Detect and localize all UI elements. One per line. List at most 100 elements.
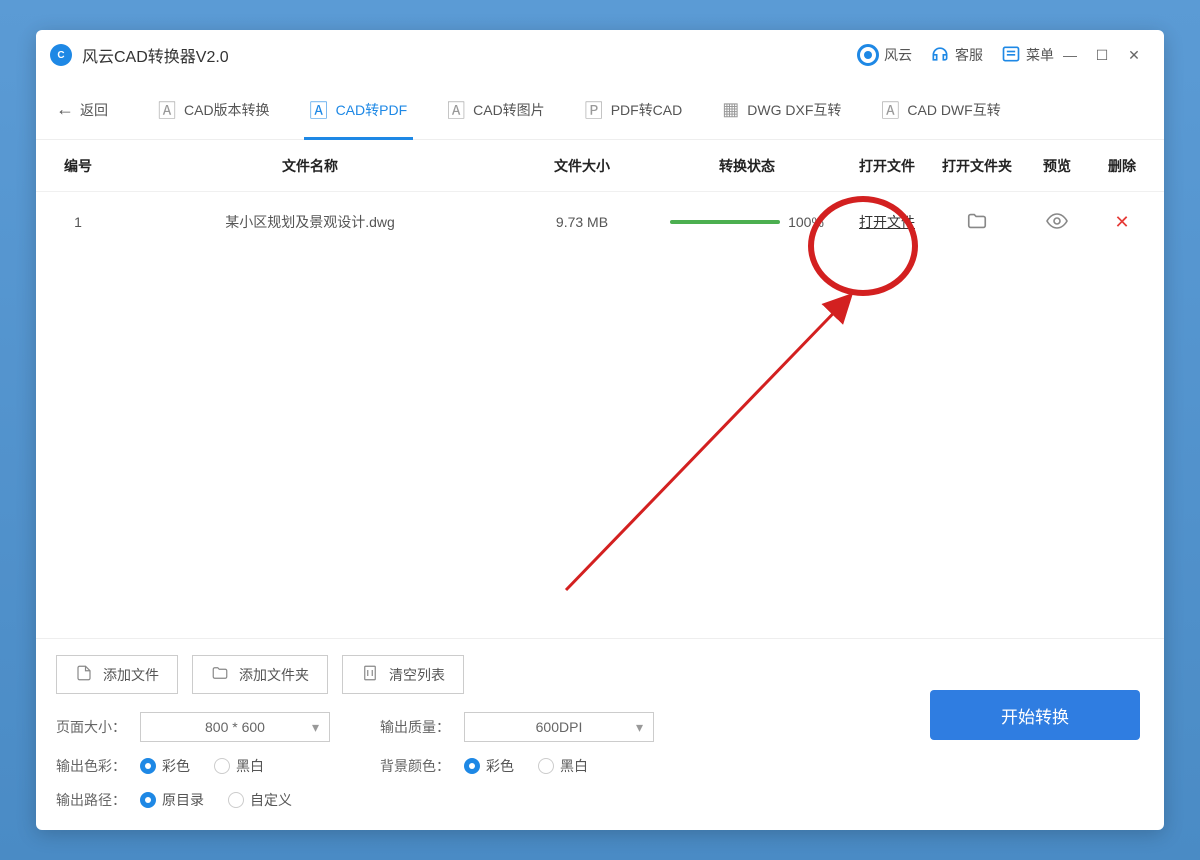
table-row: 1 某小区规划及景观设计.dwg 9.73 MB 100% 打开文件 ✕	[36, 192, 1164, 252]
clear-list-button[interactable]: 清空列表	[342, 655, 464, 694]
out-quality-label: 输出质量：	[380, 717, 450, 737]
tab-cad-version[interactable]: 🄰 CAD版本转换	[144, 80, 284, 140]
delete-icon[interactable]: ✕	[1114, 212, 1129, 233]
col-open: 打开文件	[842, 156, 932, 176]
col-num: 编号	[48, 156, 108, 176]
radio-dot-icon	[464, 758, 480, 774]
table-header: 编号 文件名称 文件大小 转换状态 打开文件 打开文件夹 预览 删除	[36, 140, 1164, 192]
bg-color-label: 背景颜色：	[380, 756, 450, 776]
tab-cad-to-pdf[interactable]: 🄰 CAD转PDF	[296, 80, 422, 140]
row-size: 9.73 MB	[512, 214, 652, 230]
bottom-panel: 添加文件 添加文件夹 清空列表 页面大小： 800 * 600	[36, 638, 1164, 830]
minimize-button[interactable]: —	[1054, 47, 1086, 63]
row-filename: 某小区规划及景观设计.dwg	[108, 212, 512, 232]
doc-icon: 🄿	[585, 97, 603, 123]
col-preview: 预览	[1022, 156, 1092, 176]
radio-color[interactable]: 彩色	[140, 756, 190, 776]
tab-label: DWG DXF互转	[747, 100, 841, 120]
add-file-button[interactable]: 添加文件	[56, 655, 178, 694]
radio-dot-icon	[140, 792, 156, 808]
row-preview	[1022, 209, 1092, 236]
tab-dwg-dxf[interactable]: ▦ DWG DXF互转	[708, 80, 855, 140]
open-file-link[interactable]: 打开文件	[859, 214, 915, 230]
col-size: 文件大小	[512, 156, 652, 176]
menu-label: 菜单	[1026, 45, 1054, 65]
annotation-arrow	[546, 280, 876, 600]
radio-custom-dir[interactable]: 自定义	[228, 790, 292, 810]
progress-percent: 100%	[788, 214, 824, 230]
page-size-value: 800 * 600	[205, 719, 265, 735]
clear-list-label: 清空列表	[389, 665, 445, 685]
folder-add-icon	[211, 664, 229, 685]
progress-bar	[670, 220, 780, 224]
out-quality-dropdown[interactable]: 600DPI ▾	[464, 712, 654, 742]
radio-custom-label: 自定义	[250, 790, 292, 810]
radio-color-label: 彩色	[162, 756, 190, 776]
radio-dot-icon	[538, 758, 554, 774]
action-row: 添加文件 添加文件夹 清空列表	[56, 655, 1144, 694]
menu-button[interactable]: 菜单	[1001, 44, 1054, 67]
brand-ring-icon	[857, 44, 879, 66]
radio-dot-icon	[214, 758, 230, 774]
folder-icon[interactable]	[966, 210, 988, 232]
tab-label: PDF转CAD	[611, 100, 683, 120]
radio-dot-icon	[228, 792, 244, 808]
col-folder: 打开文件夹	[932, 156, 1022, 176]
back-label: 返回	[80, 100, 108, 120]
tabbar: ← 返回 🄰 CAD版本转换 🄰 CAD转PDF 🄰 CAD转图片 🄿 PDF转…	[36, 80, 1164, 140]
support-button[interactable]: 客服	[930, 44, 983, 67]
doc-icon: 🄰	[447, 97, 465, 123]
menu-icon	[1001, 44, 1021, 67]
col-delete: 删除	[1092, 156, 1152, 176]
app-logo-icon: C	[50, 44, 72, 66]
row-status: 100%	[652, 214, 842, 230]
out-color-label: 输出色彩：	[56, 756, 126, 776]
add-file-label: 添加文件	[103, 665, 159, 685]
chevron-down-icon: ▾	[312, 719, 319, 736]
radio-dot-icon	[140, 758, 156, 774]
add-folder-button[interactable]: 添加文件夹	[192, 655, 328, 694]
row-num: 1	[48, 214, 108, 230]
tab-cad-to-image[interactable]: 🄰 CAD转图片	[433, 80, 559, 140]
radio-bg-bw[interactable]: 黑白	[538, 756, 588, 776]
file-add-icon	[75, 664, 93, 685]
radio-orig-dir[interactable]: 原目录	[140, 790, 204, 810]
radio-orig-label: 原目录	[162, 790, 204, 810]
tab-label: CAD转图片	[473, 100, 545, 120]
start-convert-button[interactable]: 开始转换	[930, 690, 1140, 740]
radio-bw-label: 黑白	[236, 756, 264, 776]
maximize-button[interactable]: ☐	[1086, 47, 1118, 64]
radio-bg-color[interactable]: 彩色	[464, 756, 514, 776]
col-name: 文件名称	[108, 156, 512, 176]
brand-label: 风云	[884, 45, 912, 65]
doc-icon: 🄰	[881, 97, 899, 123]
headset-icon	[930, 44, 950, 67]
col-status: 转换状态	[652, 156, 842, 176]
tab-cad-dwf[interactable]: 🄰 CAD DWF互转	[867, 80, 1014, 140]
start-label: 开始转换	[1001, 703, 1069, 728]
page-size-dropdown[interactable]: 800 * 600 ▾	[140, 712, 330, 742]
doc-icon: 🄰	[310, 97, 328, 123]
tab-pdf-to-cad[interactable]: 🄿 PDF转CAD	[571, 80, 697, 140]
radio-bg-bw-label: 黑白	[560, 756, 588, 776]
brand-button[interactable]: 风云	[857, 44, 912, 66]
chevron-down-icon: ▾	[636, 719, 643, 736]
row-open: 打开文件	[842, 212, 932, 232]
radio-bw[interactable]: 黑白	[214, 756, 264, 776]
out-path-label: 输出路径：	[56, 790, 126, 810]
eye-icon[interactable]	[1045, 209, 1069, 233]
app-window: C 风云CAD转换器V2.0 风云 客服 菜单 — ☐ ✕ ← 返回	[36, 30, 1164, 830]
row-folder	[932, 210, 1022, 235]
out-quality-value: 600DPI	[536, 719, 583, 735]
row-delete: ✕	[1092, 212, 1152, 233]
radio-bg-color-label: 彩色	[486, 756, 514, 776]
support-label: 客服	[955, 45, 983, 65]
app-title: 风云CAD转换器V2.0	[82, 43, 229, 67]
close-button[interactable]: ✕	[1118, 47, 1150, 64]
back-button[interactable]: ← 返回	[56, 99, 108, 120]
clear-icon	[361, 664, 379, 685]
page-size-label: 页面大小：	[56, 717, 126, 737]
tab-label: CAD版本转换	[184, 100, 270, 120]
tab-label: CAD转PDF	[336, 100, 408, 120]
doc-icon: 🄰	[158, 97, 176, 123]
